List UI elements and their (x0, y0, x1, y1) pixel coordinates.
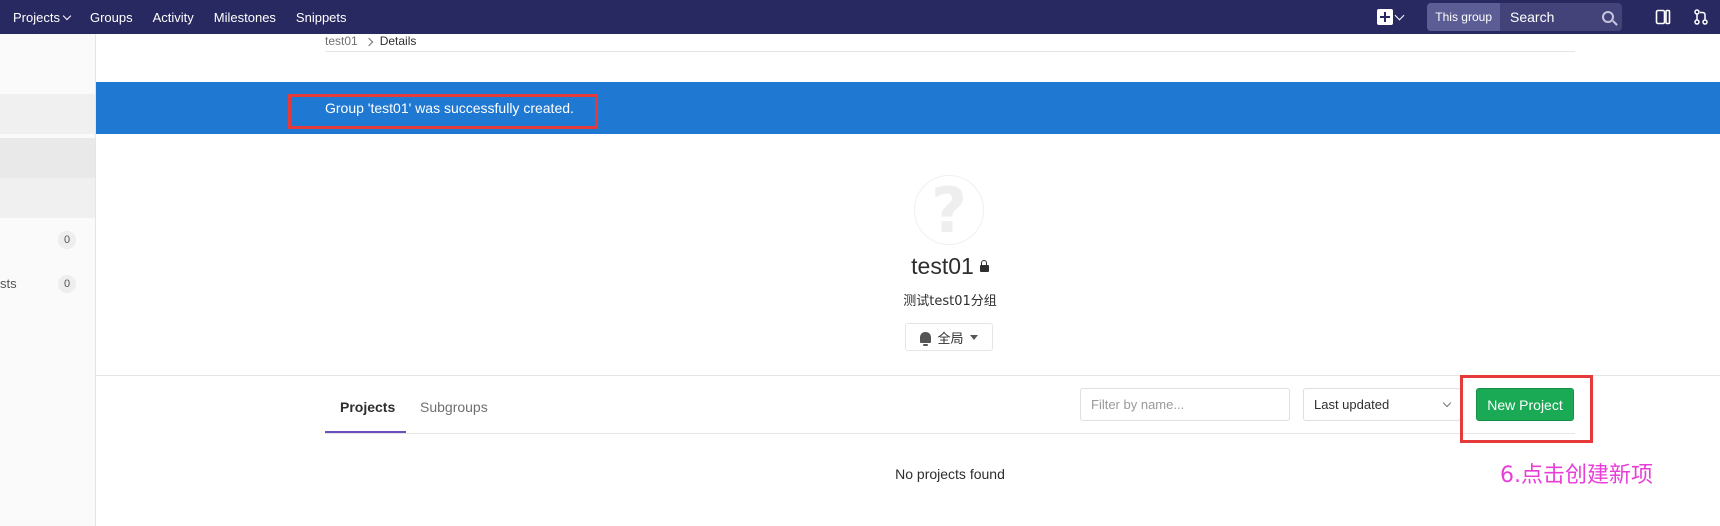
count-badge: 0 (58, 231, 76, 249)
chevron-down-icon (62, 11, 72, 20)
nav-projects-dropdown[interactable]: Projects (13, 9, 72, 25)
chevron-down-icon (1394, 10, 1405, 20)
sidebar-item[interactable] (0, 94, 95, 134)
notification-dropdown[interactable]: 全局 (905, 323, 993, 351)
sort-dropdown[interactable]: Last updated (1303, 388, 1461, 421)
chevron-down-icon (1442, 398, 1452, 408)
nav-activity[interactable]: Activity (153, 10, 194, 25)
group-name: test01 (911, 253, 974, 279)
nav-right: This group Search (1373, 0, 1720, 34)
sidebar-item[interactable] (0, 178, 95, 218)
top-navbar: Projects Groups Activity Milestones Snip… (0, 0, 1720, 34)
annotation-text: 6.点击创建新项 (1500, 463, 1653, 488)
breadcrumb-current[interactable]: Details (380, 34, 417, 48)
new-dropdown-button[interactable] (1373, 5, 1407, 29)
chevron-right-icon (364, 37, 373, 47)
search-input[interactable]: Search (1500, 3, 1622, 31)
todos-icon[interactable] (1655, 9, 1671, 25)
nav-links: Projects Groups Activity Milestones Snip… (0, 10, 367, 25)
nav-projects-label: Projects (13, 9, 60, 25)
bell-icon (920, 331, 932, 346)
search-scope-badge[interactable]: This group (1427, 3, 1500, 31)
tab-projects[interactable]: Projects (340, 399, 395, 415)
empty-state-message: No projects found (895, 466, 1005, 482)
search-placeholder: Search (1510, 9, 1555, 25)
highlight-box (288, 94, 598, 129)
group-description: 测试test01分组 (903, 294, 997, 309)
filter-by-name-input[interactable]: Filter by name... (1080, 388, 1290, 421)
lock-icon (979, 260, 989, 272)
plus-icon (1377, 9, 1394, 25)
group-title: test01 (0, 253, 1720, 280)
tabs-divider (325, 433, 1575, 434)
sort-value: Last updated (1314, 397, 1390, 412)
nav-snippets[interactable]: Snippets (296, 10, 347, 25)
group-avatar: ? (914, 174, 984, 247)
nav-milestones[interactable]: Milestones (214, 10, 276, 25)
tab-subgroups[interactable]: Subgroups (420, 399, 488, 415)
merge-requests-icon[interactable] (1693, 9, 1709, 25)
notification-level: 全局 (937, 331, 964, 347)
nav-groups[interactable]: Groups (90, 10, 133, 25)
search-icon (1602, 11, 1614, 23)
breadcrumb-group-link[interactable]: test01 (325, 34, 358, 48)
sidebar-item-active[interactable] (0, 138, 95, 178)
highlight-box (1460, 375, 1593, 443)
breadcrumb: test01 Details (325, 34, 1575, 52)
caret-down-icon (969, 334, 978, 340)
group-sidebar: 0 sts 0 (0, 34, 96, 526)
filter-placeholder: Filter by name... (1091, 397, 1185, 412)
search-box: This group Search (1427, 3, 1622, 31)
